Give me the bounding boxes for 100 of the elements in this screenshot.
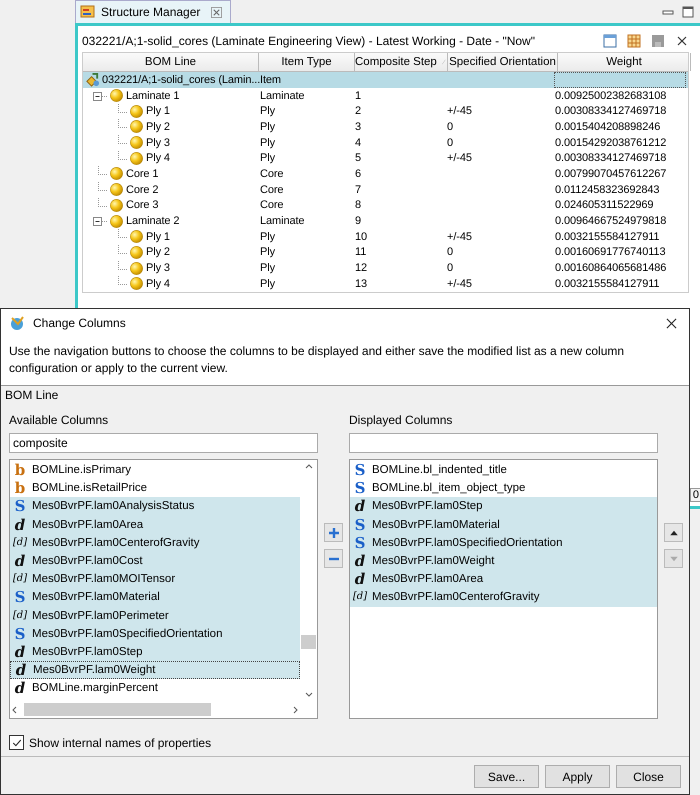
table-cell: 1 xyxy=(355,90,362,102)
table-row[interactable]: 032221/A;1-solid_cores (Lamin...Item xyxy=(83,72,688,88)
table-row[interactable]: Ply 4 Ply 5 +/-45 0.00308334127469718 xyxy=(83,150,688,166)
type-icon: S xyxy=(12,626,28,642)
table-cell: 0.00925002382683108 xyxy=(555,90,666,102)
type-icon: d xyxy=(13,662,29,678)
list-item[interactable]: d Mes0BvrPF.lam0Area xyxy=(350,570,657,588)
table-cell: +/-45 xyxy=(447,278,472,290)
dialog-button[interactable]: Save... xyxy=(474,765,539,788)
table-row[interactable]: Core 1 Core 6 0.00799070457612267 xyxy=(83,166,688,182)
list-item[interactable]: S Mes0BvrPF.lam0Material xyxy=(350,516,657,534)
dialog-button[interactable]: Apply xyxy=(545,765,610,788)
list-item[interactable]: [d] Mes0BvrPF.lam0MOITensor xyxy=(10,570,300,588)
tree-label[interactable]: Ply 1 xyxy=(146,105,170,118)
column-header[interactable]: BOM Line xyxy=(83,53,259,71)
tree-label[interactable]: Ply 4 xyxy=(146,152,170,164)
instructions-text: Use the navigation buttons to choose the columns to be displayed and either save the modified list as a new column configuration or apply to the current view. xyxy=(1,337,689,386)
tree-label[interactable]: Ply 2 xyxy=(146,246,170,258)
table-cell: 0 xyxy=(447,262,454,274)
type-icon: S xyxy=(12,498,28,514)
table-cell: 11 xyxy=(355,246,366,258)
table-cell: +/-45 xyxy=(447,105,472,118)
list-item[interactable]: S Mes0BvrPF.lam0SpecifiedOrientation xyxy=(350,534,657,552)
table-cell: 3 xyxy=(355,120,362,133)
list-item[interactable]: d BOMLine.marginPercent xyxy=(10,679,300,698)
list-item[interactable]: d Mes0BvrPF.lam0Weight xyxy=(10,661,300,680)
dialog-title: Change Columns xyxy=(33,316,126,330)
list-item[interactable]: d Mes0BvrPF.lam0Weight xyxy=(350,552,657,570)
table-cell: 0.00160864065681486 xyxy=(555,262,666,274)
table-cell: 9 xyxy=(355,215,362,228)
table-row[interactable]: Laminate 2 Laminate 9 0.00964667524979818 xyxy=(83,213,688,229)
table-cell: Ply xyxy=(260,152,275,164)
list-item[interactable]: S BOMLine.bl_item_object_type xyxy=(350,479,657,498)
table-cell: +/-45 xyxy=(447,152,472,164)
type-icon: S xyxy=(352,516,368,533)
column-header[interactable]: Composite Step xyxy=(355,53,448,71)
tree-label[interactable]: Laminate 1 xyxy=(126,90,180,102)
table-cell: Core xyxy=(260,168,284,180)
table-cell: 6 xyxy=(355,168,362,180)
table-row[interactable]: Ply 3 Ply 12 0 0.00160864065681486 xyxy=(83,260,688,276)
column-header[interactable]: Item Type xyxy=(259,53,355,71)
table-cell: 8 xyxy=(355,199,362,212)
list-item[interactable]: b BOMLine.isRetailPrice xyxy=(10,479,300,498)
list-item[interactable]: S Mes0BvrPF.lam0AnalysisStatus xyxy=(10,497,300,516)
tab-title: Structure Manager xyxy=(101,5,200,19)
checkbox-label: Show internal names of properties xyxy=(29,736,212,750)
tree-label[interactable]: Ply 4 xyxy=(146,278,170,290)
table-cell: 0 xyxy=(447,136,454,149)
table-cell: 13 xyxy=(355,278,368,290)
table-cell: 0.00160691776740113 xyxy=(555,246,666,258)
table-cell: 0.0032155584127911 xyxy=(555,230,660,243)
table-cell: 0.0015404208898246 xyxy=(555,120,660,133)
list-item[interactable]: d Mes0BvrPF.lam0Step xyxy=(350,497,657,516)
tree-label[interactable]: Core 2 xyxy=(126,184,158,196)
table-row[interactable]: Ply 1 Ply 2 +/-45 0.00308334127469718 xyxy=(83,103,688,120)
type-icon: [d] xyxy=(12,534,28,551)
tree-label[interactable]: Core 1 xyxy=(126,168,158,180)
tree-label[interactable]: Core 3 xyxy=(126,199,158,212)
table-row[interactable]: Ply 1 Ply 10 +/-45 0.0032155584127911 xyxy=(83,228,688,245)
table-cell: Ply xyxy=(260,246,275,258)
list-item[interactable]: S Mes0BvrPF.lam0Material xyxy=(10,588,300,606)
list-item[interactable]: [d] Mes0BvrPF.lam0CenterofGravity xyxy=(350,588,657,606)
type-icon: [d] xyxy=(352,589,368,606)
column-header[interactable]: Weight xyxy=(558,53,691,71)
table-row[interactable]: Ply 3 Ply 4 0 0.00154292038761212 xyxy=(83,134,688,150)
table-row[interactable]: Ply 2 Ply 3 0 0.0015404208898246 xyxy=(83,119,688,135)
table-cell: 0.00308334127469718 xyxy=(555,152,666,164)
tree-label[interactable]: 032221/A;1-solid_cores (Lamin... xyxy=(102,74,260,86)
table-cell: Item xyxy=(260,74,281,86)
list-item[interactable]: [d] Mes0BvrPF.lam0CenterofGravity xyxy=(10,534,300,552)
list-item[interactable]: [d] Mes0BvrPF.lam0Perimeter xyxy=(10,606,300,625)
table-cell: Ply xyxy=(260,136,275,149)
list-item[interactable]: d Mes0BvrPF.lam0Cost xyxy=(10,552,300,570)
table-cell: Core xyxy=(260,184,284,196)
type-icon: S xyxy=(352,534,368,551)
list-item[interactable]: S BOMLine.bl_indented_title xyxy=(350,461,657,480)
type-icon: [d] xyxy=(12,571,28,588)
table-cell: Laminate xyxy=(260,215,304,228)
filter-field[interactable]: composite xyxy=(9,433,318,453)
list-item[interactable]: S Mes0BvrPF.lam0SpecifiedOrientation xyxy=(10,624,300,643)
table-cell: 0 xyxy=(447,120,454,133)
type-icon: S xyxy=(352,480,368,496)
available-columns-label: Available Columns xyxy=(9,413,110,429)
tree-label[interactable]: Ply 3 xyxy=(146,136,170,149)
context-title: 032221/A;1-solid_cores (Laminate Engineering View) - Latest Working - Date - "Now" xyxy=(82,34,535,48)
dialog-button[interactable]: Close xyxy=(616,765,681,788)
tree-label[interactable]: Laminate 2 xyxy=(126,215,180,228)
table-row[interactable]: Core 2 Core 7 0.0112458323692843 xyxy=(83,182,688,198)
list-item[interactable]: b BOMLine.isPrimary xyxy=(10,461,300,480)
table-row[interactable]: Ply 4 Ply 13 +/-45 0.0032155584127911 xyxy=(83,276,688,292)
list-item[interactable]: d Mes0BvrPF.lam0Area xyxy=(10,516,300,534)
tree-label[interactable]: Ply 1 xyxy=(146,230,170,243)
tree-label[interactable]: Ply 3 xyxy=(146,262,170,274)
table-row[interactable]: Ply 2 Ply 11 0 0.00160691776740113 xyxy=(83,244,688,260)
list-item[interactable]: d Mes0BvrPF.lam0Step xyxy=(10,642,300,662)
column-header[interactable]: Specified Orientation xyxy=(448,53,558,71)
table-row[interactable]: Laminate 1 Laminate 1 0.00925002382683108 xyxy=(83,88,688,104)
table-row[interactable]: Core 3 Core 8 0.024605311522969 xyxy=(83,198,688,214)
structure-manager-tab[interactable]: Structure Manager xyxy=(75,0,232,23)
tree-label[interactable]: Ply 2 xyxy=(146,120,170,133)
